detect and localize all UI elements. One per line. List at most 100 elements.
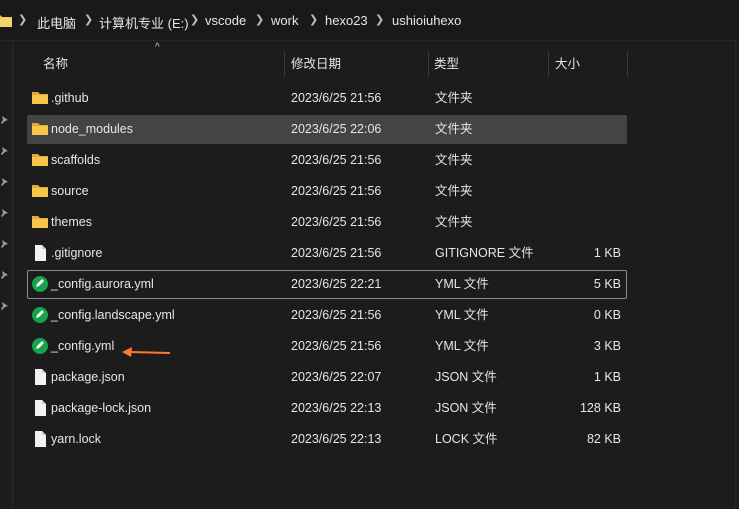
column-divider[interactable] <box>627 52 628 76</box>
file-row[interactable]: themes 2023/6/25 21:56 文件夹 <box>27 208 627 237</box>
file-name: .github <box>51 91 89 105</box>
file-size: 1 KB <box>593 370 621 384</box>
file-name: _config.aurora.yml <box>51 277 154 291</box>
file-row[interactable]: yarn.lock 2023/6/25 22:13 LOCK 文件 82 KB <box>27 425 627 454</box>
file-row[interactable]: node_modules 2023/6/25 22:06 文件夹 <box>27 115 627 144</box>
file-name: source <box>51 184 89 198</box>
yml-file-icon <box>32 307 48 323</box>
file-size: 5 KB <box>593 277 621 291</box>
file-name: _config.yml <box>51 339 115 353</box>
file-size: 82 KB <box>586 432 621 446</box>
file-date: 2023/6/25 22:21 <box>291 277 382 291</box>
file-icon <box>35 400 46 416</box>
file-icon <box>35 245 46 261</box>
annotation-arrow-icon <box>122 347 171 357</box>
file-type: 文件夹 <box>435 91 473 105</box>
column-header-size[interactable]: 大小 <box>555 50 580 78</box>
file-name: package.json <box>51 370 125 384</box>
chevron-right-icon[interactable]: ❯ <box>375 13 384 26</box>
yml-file-icon <box>32 338 48 354</box>
file-date: 2023/6/25 21:56 <box>291 91 382 105</box>
pin-icon <box>1 271 8 279</box>
file-row[interactable]: .github 2023/6/25 21:56 文件夹 <box>27 84 627 113</box>
file-type: JSON 文件 <box>435 370 497 384</box>
chevron-right-icon[interactable]: ❯ <box>309 13 318 26</box>
file-type: 文件夹 <box>435 184 473 198</box>
scrollbar-track[interactable] <box>735 41 736 509</box>
folder-icon <box>32 123 48 135</box>
address-breadcrumb: ❯ 此电脑 ❯ 计算机专业 (E:) ❯ vscode ❯ work ❯ hex… <box>0 0 739 41</box>
file-size: 0 KB <box>593 308 621 322</box>
pin-icon <box>1 209 8 217</box>
column-header-date[interactable]: 修改日期 <box>291 50 341 78</box>
file-row[interactable]: _config.aurora.yml 2023/6/25 22:21 YML 文… <box>27 270 627 299</box>
folder-icon <box>32 154 48 166</box>
file-row[interactable]: package.json 2023/6/25 22:07 JSON 文件 1 K… <box>27 363 627 392</box>
file-date: 2023/6/25 21:56 <box>291 339 382 353</box>
file-name: _config.landscape.yml <box>51 308 175 322</box>
folder-icon <box>32 216 48 228</box>
column-header-row: ^ 名称 修改日期 类型 大小 <box>27 42 637 78</box>
file-name: package-lock.json <box>51 401 152 415</box>
pin-icon <box>1 302 8 310</box>
pin-icon <box>1 147 8 155</box>
breadcrumb-segment[interactable]: hexo23 <box>325 13 368 28</box>
file-type: LOCK 文件 <box>435 432 498 446</box>
chevron-right-icon[interactable]: ❯ <box>190 13 199 26</box>
file-size: 128 KB <box>579 401 621 415</box>
file-date: 2023/6/25 21:56 <box>291 153 382 167</box>
file-name: scaffolds <box>51 153 101 167</box>
file-size: 1 KB <box>593 246 621 260</box>
file-date: 2023/6/25 22:06 <box>291 122 382 136</box>
folder-icon <box>0 15 12 27</box>
file-name: node_modules <box>51 122 134 136</box>
file-row[interactable]: package-lock.json 2023/6/25 22:13 JSON 文… <box>27 394 627 423</box>
column-divider[interactable] <box>284 52 285 76</box>
file-type: GITIGNORE 文件 <box>435 246 534 260</box>
column-divider[interactable] <box>428 52 429 76</box>
file-date: 2023/6/25 21:56 <box>291 215 382 229</box>
file-type: 文件夹 <box>435 153 473 167</box>
pin-icon <box>1 178 8 186</box>
folder-icon <box>32 92 48 104</box>
file-type: 文件夹 <box>435 215 473 229</box>
file-icon <box>35 431 46 447</box>
breadcrumb-segment[interactable]: 计算机专业 (E:) <box>99 13 189 32</box>
file-name: yarn.lock <box>51 432 102 446</box>
file-name: .gitignore <box>51 246 103 260</box>
file-date: 2023/6/25 22:13 <box>291 401 382 415</box>
breadcrumb-segment[interactable]: 此电脑 <box>37 13 76 32</box>
file-date: 2023/6/25 22:13 <box>291 432 382 446</box>
column-header-type[interactable]: 类型 <box>434 50 459 78</box>
file-icon <box>35 369 46 385</box>
chevron-right-icon[interactable]: ❯ <box>18 13 27 26</box>
yml-file-icon <box>32 276 48 292</box>
column-header-name[interactable]: 名称 <box>43 50 68 78</box>
chevron-right-icon[interactable]: ❯ <box>255 13 264 26</box>
pin-icon <box>1 240 8 248</box>
file-date: 2023/6/25 21:56 <box>291 246 382 260</box>
file-type: JSON 文件 <box>435 401 497 415</box>
file-type: YML 文件 <box>435 308 489 322</box>
breadcrumb-segment[interactable]: work <box>271 13 298 28</box>
file-date: 2023/6/25 21:56 <box>291 184 382 198</box>
file-type: YML 文件 <box>435 339 489 353</box>
navigation-pane-edge <box>0 41 13 509</box>
file-type: 文件夹 <box>435 122 473 136</box>
file-row[interactable]: _config.yml 2023/6/25 21:56 YML 文件 3 KB <box>27 332 627 361</box>
file-row[interactable]: source 2023/6/25 21:56 文件夹 <box>27 177 627 206</box>
file-date: 2023/6/25 21:56 <box>291 308 382 322</box>
sort-ascending-icon: ^ <box>155 42 160 53</box>
file-row[interactable]: .gitignore 2023/6/25 21:56 GITIGNORE 文件 … <box>27 239 627 268</box>
pin-icon <box>1 116 8 124</box>
file-name: themes <box>51 215 92 229</box>
file-type: YML 文件 <box>435 277 489 291</box>
file-row[interactable]: scaffolds 2023/6/25 21:56 文件夹 <box>27 146 627 175</box>
chevron-right-icon[interactable]: ❯ <box>84 13 93 26</box>
breadcrumb-segment[interactable]: ushioiuhexo <box>392 13 461 28</box>
column-divider[interactable] <box>548 52 549 76</box>
breadcrumb-segment[interactable]: vscode <box>205 13 246 28</box>
file-row[interactable]: _config.landscape.yml 2023/6/25 21:56 YM… <box>27 301 627 330</box>
file-date: 2023/6/25 22:07 <box>291 370 382 384</box>
file-size: 3 KB <box>593 339 621 353</box>
